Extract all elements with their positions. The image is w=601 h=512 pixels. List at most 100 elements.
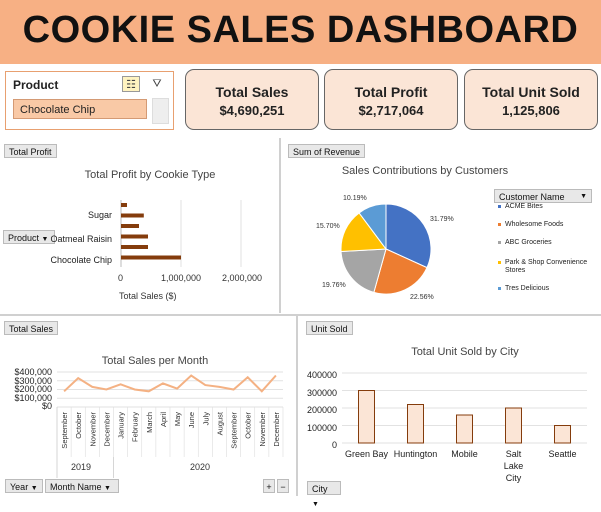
dropdown-arrow-icon: ▼ bbox=[580, 193, 587, 200]
slicer-item-chocolate-chip[interactable]: Chocolate Chip bbox=[13, 99, 147, 119]
divider bbox=[279, 138, 281, 313]
pie-legend: ACME Bites Wholesome Foods ABC Groceries Pa… bbox=[498, 203, 598, 303]
axis-button-city[interactable]: City ▼ bbox=[307, 481, 341, 508]
dropdown-arrow-icon: ▼ bbox=[312, 501, 319, 508]
x-tick-label: September bbox=[60, 411, 69, 448]
axis-button-month-name[interactable]: Month Name ▼ bbox=[45, 479, 119, 493]
legend-swatch bbox=[498, 261, 501, 264]
x-tick-label: November bbox=[258, 412, 267, 447]
x-tick-label: 1,000,000 bbox=[161, 273, 202, 283]
legend-label: Wholesome Foods bbox=[505, 221, 564, 228]
category-label: Chocolate Chip bbox=[50, 255, 112, 265]
profit-bar bbox=[121, 213, 144, 218]
kpi-value: 1,125,806 bbox=[502, 103, 560, 118]
x-tick-label: May bbox=[173, 412, 182, 426]
city-bar bbox=[505, 407, 522, 444]
axis-button-label: City bbox=[312, 484, 328, 494]
year-label: 2019 bbox=[71, 462, 92, 472]
city-bar bbox=[407, 404, 424, 444]
legend-swatch bbox=[498, 241, 501, 244]
axis-button-label: Month Name bbox=[50, 482, 102, 492]
legend-item: Tres Delicious bbox=[498, 285, 598, 293]
legend-button-label: Customer Name bbox=[499, 192, 565, 202]
pie-data-label: 10.19% bbox=[343, 195, 367, 202]
chart-title: Total Unit Sold by City bbox=[411, 346, 519, 358]
slicer-scrollbar[interactable] bbox=[152, 98, 169, 124]
kpi-label: Total Profit bbox=[354, 84, 428, 100]
kpi-value: $4,690,251 bbox=[219, 103, 285, 118]
kpi-total-profit: Total Profit $2,717,064 bbox=[324, 69, 458, 130]
y-tick-label: 200000 bbox=[306, 405, 337, 415]
category-label: Sugar bbox=[87, 210, 112, 220]
legend-item: Park & Shop Convenience Stores bbox=[498, 259, 598, 275]
legend-label: ACME Bites bbox=[505, 203, 543, 210]
city-bar bbox=[456, 414, 473, 444]
clear-filter-icon[interactable]: ⛛ bbox=[148, 76, 166, 92]
x-tick-label: August bbox=[215, 411, 224, 435]
page-title: COOKIE SALES DASHBOARD bbox=[22, 9, 579, 51]
city-x-labels: Green Bay Huntington Mobile Salt Lake City S… bbox=[342, 448, 592, 483]
dropdown-arrow-icon: ▼ bbox=[104, 485, 111, 492]
legend-swatch bbox=[498, 287, 501, 290]
profit-bar bbox=[121, 255, 181, 260]
x-tick-label: January bbox=[117, 412, 126, 439]
kpi-value: $2,717,064 bbox=[358, 103, 424, 118]
legend-button-customer-name[interactable]: Customer Name ▼ bbox=[494, 189, 592, 203]
city-bar bbox=[554, 425, 571, 444]
x-tick-label: October bbox=[244, 412, 253, 439]
category-label: Oatmeal Raisin bbox=[50, 234, 112, 244]
chart-title: Total Profit by Cookie Type bbox=[84, 169, 216, 181]
x-tick-label: December bbox=[272, 412, 281, 447]
expand-button[interactable]: + bbox=[263, 479, 275, 493]
field-button-unit-sold[interactable]: Unit Sold bbox=[306, 321, 353, 335]
dropdown-arrow-icon: ▼ bbox=[30, 485, 38, 492]
collapse-button[interactable]: − bbox=[277, 479, 289, 493]
field-button-total-profit[interactable]: Total Profit bbox=[4, 144, 57, 158]
kpi-total-sales: Total Sales $4,690,251 bbox=[185, 69, 319, 130]
x-tick-label: April bbox=[159, 412, 168, 427]
legend-label: Tres Delicious bbox=[505, 285, 550, 292]
legend-item: ABC Groceries bbox=[498, 239, 598, 247]
x-tick-label: February bbox=[131, 412, 140, 442]
city-bar-chart bbox=[342, 372, 587, 444]
multi-select-icon[interactable]: ☷ bbox=[122, 76, 140, 92]
product-slicer: Product ☷ ⛛ Chocolate Chip bbox=[5, 71, 174, 130]
divider bbox=[0, 314, 601, 316]
pie-data-label: 22.56% bbox=[410, 294, 434, 301]
slicer-title: Product bbox=[13, 78, 59, 92]
city-bar bbox=[358, 390, 375, 444]
x-tick-label: Mobile bbox=[451, 449, 478, 459]
legend-swatch bbox=[498, 205, 501, 208]
chart-title: Total Sales per Month bbox=[101, 355, 209, 367]
x-tick-label: December bbox=[102, 412, 111, 447]
legend-item: ACME Bites bbox=[498, 203, 598, 211]
profit-bar bbox=[121, 203, 127, 207]
pie-data-label: 19.76% bbox=[322, 282, 346, 289]
y-tick-label: 300000 bbox=[306, 387, 337, 398]
y-tick-label: $0 bbox=[41, 401, 52, 412]
y-tick-label: 400000 bbox=[306, 370, 337, 380]
profit-bar bbox=[121, 224, 139, 228]
x-tick-label: October bbox=[74, 412, 83, 439]
x-tick-label: March bbox=[145, 412, 154, 433]
x-tick-label: July bbox=[201, 412, 210, 426]
y-tick-label: 100000 bbox=[306, 422, 337, 433]
x-tick-label: 0 bbox=[118, 273, 124, 283]
field-button-total-sales[interactable]: Total Sales bbox=[4, 321, 59, 335]
profit-bar bbox=[121, 234, 148, 239]
field-button-sum-of-revenue[interactable]: Sum of Revenue bbox=[288, 144, 366, 158]
axis-button-label: Year bbox=[10, 482, 29, 492]
y-axis-ticks: 400000 300000 200000 100000 0 bbox=[300, 367, 337, 455]
y-axis-ticks: $400,000 $300,000 $200,000 $100,000 $0 bbox=[4, 368, 52, 411]
divider bbox=[296, 316, 298, 496]
x-tick-label: Seattle bbox=[548, 449, 577, 459]
x-axis-title: Total Sales ($) bbox=[119, 291, 177, 301]
axis-button-year[interactable]: Year ▼ bbox=[5, 479, 43, 493]
pie-data-label: 15.70% bbox=[316, 223, 340, 230]
x-tick-label: September bbox=[230, 411, 239, 448]
kpi-label: Total Unit Sold bbox=[482, 84, 580, 100]
kpi-total-unit-sold: Total Unit Sold 1,125,806 bbox=[464, 69, 598, 130]
year-label: 2020 bbox=[190, 462, 211, 472]
x-tick-label: Salt Lake City bbox=[503, 449, 524, 483]
series-line bbox=[63, 374, 277, 393]
